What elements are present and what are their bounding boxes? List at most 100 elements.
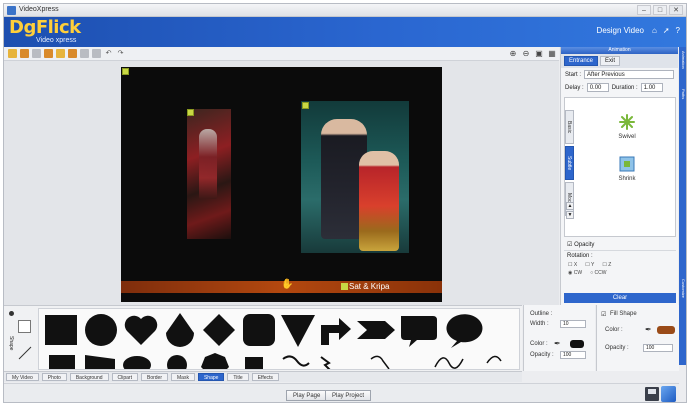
- crop-icon[interactable]: [80, 49, 89, 58]
- redo-icon[interactable]: ↷: [116, 49, 125, 58]
- effects-scrollbar[interactable]: ▲ ▼: [566, 202, 574, 236]
- scroll-up-icon[interactable]: ▲: [566, 202, 574, 210]
- maximize-button[interactable]: □: [653, 5, 667, 15]
- effect-swivel[interactable]: Swivel: [607, 114, 647, 140]
- pen-icon[interactable]: [8, 310, 15, 317]
- side-tab-animation[interactable]: Animation: [681, 51, 686, 69]
- tab-entrance[interactable]: Entrance: [564, 56, 599, 66]
- rotation-label: Rotation :: [567, 253, 593, 259]
- opacity-checkbox[interactable]: ☑: [567, 242, 572, 248]
- caption-text[interactable]: Sat & Kripa: [349, 282, 389, 291]
- shape-gallery[interactable]: [38, 308, 520, 370]
- tab-photo[interactable]: Photo: [41, 373, 67, 381]
- cw-radio[interactable]: ◉ CW: [568, 270, 582, 276]
- editor-stage: Sat & Kripa ✋: [4, 61, 559, 305]
- shape-oval: [123, 356, 151, 369]
- outline-color-swatch[interactable]: [570, 340, 584, 348]
- outline-opacity-input[interactable]: 100: [560, 351, 586, 359]
- tab-mask[interactable]: Mask: [171, 373, 195, 381]
- fit-page-icon[interactable]: ▣: [534, 49, 544, 59]
- eyedropper-icon[interactable]: ✒: [554, 339, 561, 348]
- tab-effects[interactable]: Effects: [251, 373, 279, 381]
- line-tool-icon[interactable]: [18, 346, 32, 360]
- rotate-z-checkbox[interactable]: ☐ Z: [602, 262, 611, 268]
- side-tab-customize[interactable]: Customize: [681, 279, 686, 298]
- rotate-x-checkbox[interactable]: ☐ X: [568, 262, 577, 268]
- duplicate-page-icon[interactable]: [44, 49, 53, 58]
- animation-panel: Animation Entrance Exit Start : After Pr…: [560, 47, 678, 305]
- new-page-icon[interactable]: [32, 49, 41, 58]
- tab-title[interactable]: Title: [227, 373, 249, 381]
- start-select[interactable]: After Previous: [584, 70, 674, 79]
- grid-icon[interactable]: ▦: [547, 49, 557, 59]
- width-input[interactable]: 10: [560, 320, 586, 328]
- shape-speech-oval: [446, 314, 483, 348]
- photo-handle-icon[interactable]: [187, 109, 194, 116]
- open-folder-icon[interactable]: [8, 49, 17, 58]
- axis-z-label: Z: [608, 262, 612, 268]
- delay-input[interactable]: 0.00: [586, 83, 609, 92]
- effect-shrink[interactable]: Shrink: [607, 156, 647, 182]
- delay-label: Delay :: [565, 84, 584, 91]
- tab-border[interactable]: Border: [140, 373, 168, 381]
- close-button[interactable]: ✕: [669, 5, 683, 15]
- page-handle-icon[interactable]: [122, 68, 129, 75]
- ccw-radio[interactable]: ○ CCW: [590, 270, 606, 276]
- shape-heart: [124, 315, 158, 345]
- caption-handle-icon[interactable]: [341, 283, 348, 290]
- settings-wand-icon[interactable]: ➚: [663, 26, 670, 35]
- asset-tabs: My Video Photo Background Clipart Border Mask…: [4, 371, 522, 382]
- tab-background[interactable]: Background: [69, 373, 109, 381]
- play-page-button[interactable]: Play Page: [286, 390, 328, 401]
- duration-input[interactable]: 1.00: [640, 83, 663, 92]
- clear-button[interactable]: Clear: [564, 293, 676, 303]
- minimize-button[interactable]: –: [637, 5, 651, 15]
- zoom-out-icon[interactable]: ⊖: [521, 49, 531, 59]
- outline-properties: Outline : Width : 10 Color : ✒ Opacity :…: [523, 305, 595, 371]
- tab-exit[interactable]: Exit: [600, 56, 621, 66]
- shapes-panel: Shape: [4, 305, 522, 371]
- shape-diamond: [203, 314, 235, 346]
- tab-clipart[interactable]: Clipart: [111, 373, 138, 381]
- home-icon[interactable]: ⌂: [652, 26, 657, 35]
- fill-color-swatch[interactable]: [657, 326, 675, 334]
- export-icon[interactable]: [661, 386, 676, 402]
- save-icon[interactable]: [645, 387, 659, 401]
- shape-triangle-down: [281, 315, 315, 347]
- vtab-subtle[interactable]: Subtle: [565, 146, 574, 180]
- tab-shape[interactable]: Shape: [197, 373, 225, 381]
- delete-page-icon[interactable]: [68, 49, 77, 58]
- opacity-label: Opacity: [574, 242, 595, 248]
- shape-wave: [282, 355, 310, 367]
- design-video-link[interactable]: Design Video: [597, 26, 644, 35]
- shape-hand: [370, 355, 390, 369]
- undo-icon[interactable]: ↶: [104, 49, 113, 58]
- help-icon[interactable]: ?: [676, 26, 680, 35]
- vtab-basic[interactable]: Basic: [565, 110, 574, 144]
- insert-page-icon[interactable]: [56, 49, 65, 58]
- outline-opacity-label: Opacity :: [530, 352, 554, 358]
- fill-opacity-input[interactable]: 100: [643, 344, 673, 352]
- add-page-icon[interactable]: [20, 49, 29, 58]
- scroll-down-icon[interactable]: ▼: [566, 211, 574, 219]
- hand-cursor-icon: ✋: [281, 279, 294, 290]
- tab-my-video[interactable]: My Video: [6, 373, 39, 381]
- outline-color-label: Color :: [530, 341, 548, 347]
- photo-handle-icon[interactable]: [302, 102, 309, 109]
- play-project-button[interactable]: Play Project: [325, 390, 372, 401]
- side-tab-paths[interactable]: Paths: [681, 89, 686, 99]
- shape-speech-rect: [401, 316, 437, 347]
- page-canvas[interactable]: Sat & Kripa ✋: [121, 67, 442, 302]
- fill-eyedropper-icon[interactable]: ✒: [645, 325, 652, 334]
- zoom-in-icon[interactable]: ⊕: [508, 49, 518, 59]
- layers-icon[interactable]: [92, 49, 101, 58]
- rotate-y-checkbox[interactable]: ☐ Y: [585, 262, 594, 268]
- shape-teardrop: [166, 313, 194, 347]
- photo-frame-left[interactable]: [187, 109, 231, 239]
- rectangle-tool-icon[interactable]: [18, 320, 31, 333]
- shape-octagon: [201, 353, 229, 369]
- photo-frame-right[interactable]: [301, 101, 409, 253]
- fill-shape-checkbox[interactable]: ☑: [601, 311, 606, 318]
- shape-tools: Shape: [6, 308, 36, 370]
- shape-gallery-svg: [45, 313, 502, 369]
